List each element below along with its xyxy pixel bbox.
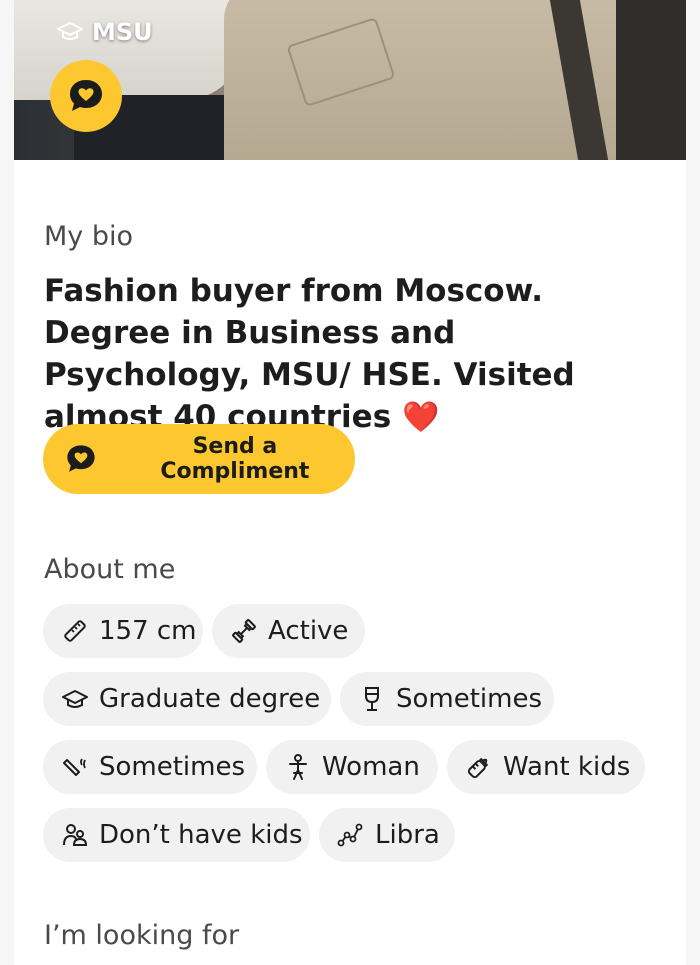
chip-family-plans: Want kids: [447, 740, 645, 794]
chip-label: Libra: [375, 820, 440, 850]
graduation-cap-icon: [62, 690, 88, 708]
bio-text: Fashion buyer from Moscow. Degree in Bus…: [44, 270, 664, 439]
chip-label: Sometimes: [99, 752, 246, 782]
left-gutter: [0, 0, 14, 965]
chip-label: 157 cm: [99, 616, 197, 646]
chip-label: Active: [268, 616, 349, 646]
looking-for-heading: I’m looking for: [44, 920, 240, 951]
heart-emoji: ❤️: [401, 400, 440, 435]
chip-drinking: Sometimes: [340, 672, 554, 726]
bio-body: Fashion buyer from Moscow. Degree in Bus…: [44, 273, 575, 435]
cigarette-icon: [63, 758, 86, 776]
speech-bubble-heart-icon: [63, 441, 99, 477]
chip-label: Graduate degree: [99, 684, 321, 714]
baby-bottle-icon: [467, 757, 489, 779]
speech-bubble-heart-icon: [70, 80, 102, 111]
chip-education: Graduate degree: [43, 672, 331, 726]
chip-star-sign: Libra: [319, 808, 455, 862]
dumbbell-icon: [232, 619, 256, 643]
chip-height: 157 cm: [43, 604, 203, 658]
zodiac-icon: [337, 823, 363, 847]
person-icon: [289, 754, 307, 780]
about-heading: About me: [44, 554, 176, 585]
send-compliment-label: Send a Compliment: [160, 434, 310, 484]
family-icon: [63, 824, 88, 846]
right-gutter: [686, 0, 700, 965]
chip-exercise: Active: [212, 604, 365, 658]
send-compliment-button[interactable]: Send a Compliment: [43, 424, 355, 494]
chip-kids: Don’t have kids: [43, 808, 310, 862]
chip-label: Sometimes: [396, 684, 543, 714]
chip-label: Woman: [322, 752, 420, 782]
chip-label: Want kids: [503, 752, 631, 782]
bio-heading: My bio: [44, 221, 134, 252]
wine-glass-icon: [365, 687, 379, 711]
school-badge: MSU: [56, 18, 153, 46]
chip-gender: Woman: [266, 740, 438, 794]
ruler-icon: [64, 620, 86, 642]
compliment-quick-button[interactable]: [50, 60, 122, 132]
graduation-cap-icon: [57, 22, 83, 40]
chip-label: Don’t have kids: [99, 820, 303, 850]
school-label: MSU: [92, 18, 153, 46]
chip-smoking: Sometimes: [43, 740, 257, 794]
